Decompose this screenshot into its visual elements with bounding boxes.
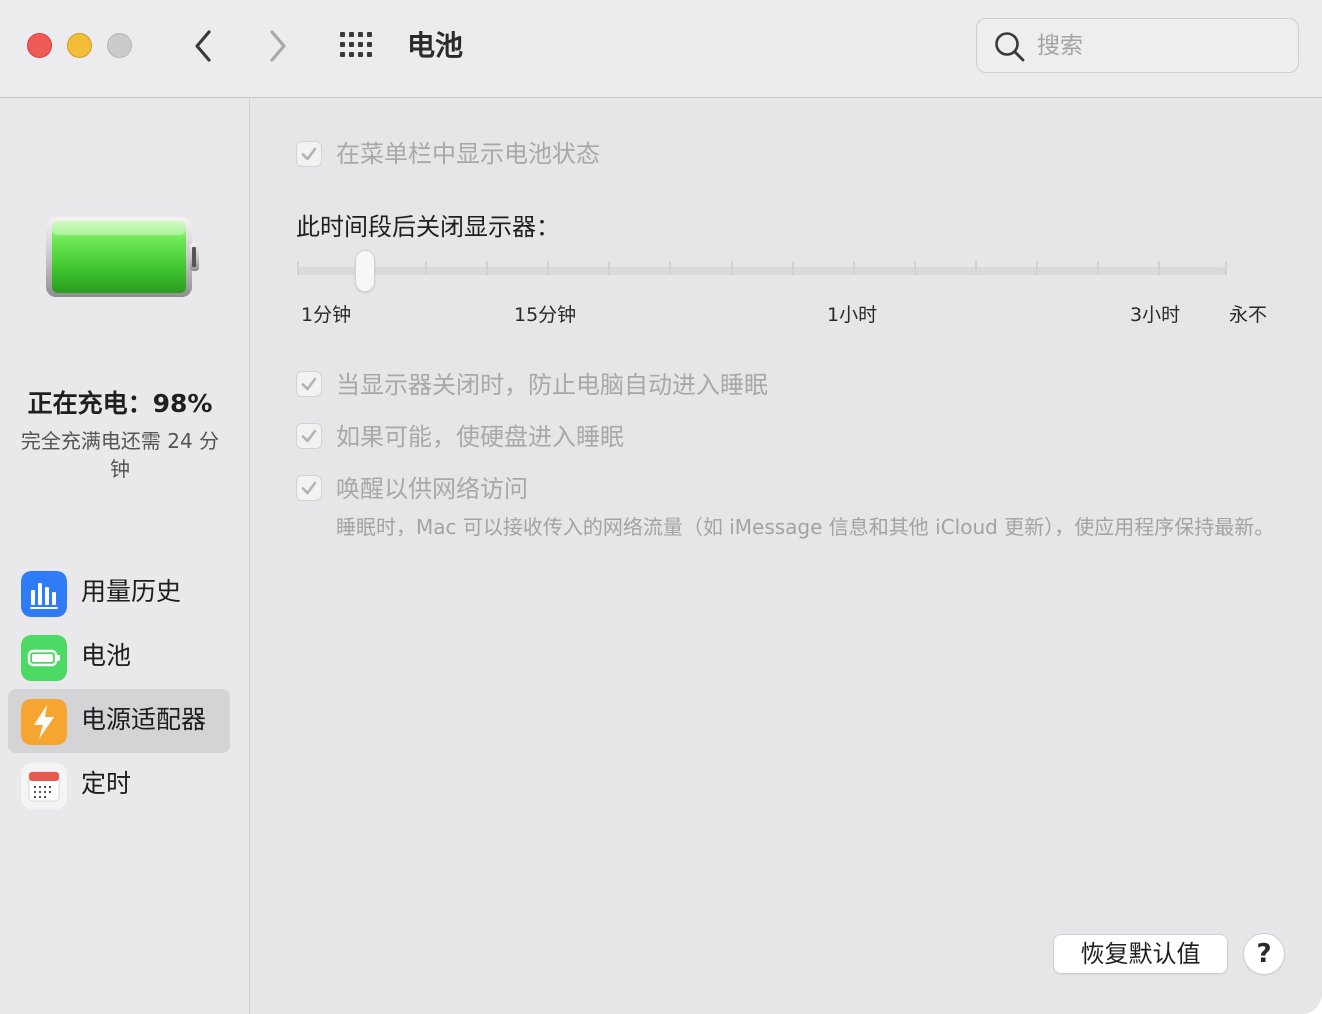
slider-tick bbox=[1036, 261, 1038, 275]
slider-tick bbox=[669, 261, 671, 275]
slider-label-3-hours: 3小时 bbox=[1130, 304, 1181, 326]
sidebar-item-usage-history[interactable]: 用量历史 bbox=[8, 561, 230, 625]
sidebar-item-label: 定时 bbox=[81, 769, 132, 798]
slider-tick bbox=[608, 261, 610, 275]
zoom-window-button[interactable] bbox=[107, 33, 132, 58]
disk-sleep-label: 如果可能，使硬盘进入睡眠 bbox=[336, 423, 624, 451]
system-preferences-window: 电池 搜索 正在充电：98% 完全充满电还需 24 分钟 用量历史 电池 电源适… bbox=[0, 0, 1322, 1014]
back-button[interactable] bbox=[186, 26, 222, 66]
slider-tick bbox=[547, 261, 549, 275]
slider-tick bbox=[731, 261, 733, 275]
lightning-icon bbox=[21, 699, 67, 745]
sidebar-item-label: 用量历史 bbox=[81, 577, 182, 606]
slider-tick bbox=[914, 261, 916, 275]
sidebar: 正在充电：98% 完全充满电还需 24 分钟 用量历史 电池 电源适配器 定时 bbox=[0, 99, 250, 1014]
title-bar: 电池 bbox=[0, 0, 1322, 98]
minimize-window-button[interactable] bbox=[67, 33, 92, 58]
slider-tick bbox=[1097, 261, 1099, 275]
slider-tick bbox=[853, 261, 855, 275]
disk-sleep-checkbox[interactable] bbox=[296, 423, 322, 449]
forward-button[interactable] bbox=[260, 26, 296, 66]
calendar-icon bbox=[21, 763, 67, 809]
bar-chart-icon bbox=[21, 571, 67, 617]
search-field[interactable] bbox=[976, 18, 1299, 73]
slider-label-never: 永不 bbox=[1229, 304, 1268, 326]
checkmark-icon bbox=[301, 377, 317, 391]
display-off-label: 此时间段后关闭显示器： bbox=[296, 213, 560, 241]
battery-level-icon bbox=[44, 215, 204, 299]
slider-tick bbox=[297, 261, 299, 275]
prevent-sleep-label: 当显示器关闭时，防止电脑自动进入睡眠 bbox=[336, 371, 768, 399]
close-window-button[interactable] bbox=[27, 33, 52, 58]
battery-icon bbox=[21, 635, 67, 681]
slider-tick bbox=[425, 261, 427, 275]
sidebar-item-label: 电源适配器 bbox=[81, 705, 207, 734]
time-to-full: 完全充满电还需 24 分钟 bbox=[20, 429, 220, 481]
restore-defaults-button[interactable]: 恢复默认值 bbox=[1053, 934, 1228, 974]
slider-tick bbox=[792, 261, 794, 275]
wake-network-label: 唤醒以供网络访问 bbox=[336, 475, 528, 503]
slider-thumb[interactable] bbox=[355, 250, 375, 292]
show-menubar-status-checkbox[interactable] bbox=[296, 141, 322, 167]
slider-tick bbox=[486, 261, 488, 275]
sidebar-item-label: 电池 bbox=[81, 641, 132, 670]
grid-icon bbox=[340, 32, 372, 57]
power-adapter-pane: 在菜单栏中显示电池状态 此时间段后关闭显示器： 1分钟 15分钟 1小时 3小时 bbox=[251, 99, 1322, 1014]
wake-network-checkbox[interactable] bbox=[296, 475, 322, 501]
search-input[interactable] bbox=[1037, 27, 1287, 65]
window-title: 电池 bbox=[407, 29, 464, 62]
charging-status: 正在充电：98% bbox=[27, 389, 213, 418]
help-button[interactable]: ? bbox=[1243, 933, 1285, 975]
chevron-right-icon bbox=[270, 30, 286, 62]
checkmark-icon bbox=[301, 429, 317, 443]
show-all-button[interactable] bbox=[338, 30, 378, 60]
prevent-sleep-checkbox[interactable] bbox=[296, 371, 322, 397]
sidebar-item-power-adapter[interactable]: 电源适配器 bbox=[8, 689, 230, 753]
slider-label-15-minutes: 15分钟 bbox=[514, 304, 577, 326]
slider-tick bbox=[1158, 261, 1160, 275]
sidebar-item-battery[interactable]: 电池 bbox=[8, 625, 230, 689]
sidebar-item-schedule[interactable]: 定时 bbox=[8, 753, 230, 817]
slider-tick bbox=[975, 261, 977, 275]
slider-track[interactable] bbox=[297, 267, 1227, 275]
slider-tick bbox=[1225, 261, 1227, 275]
slider-label-1-hour: 1小时 bbox=[827, 304, 878, 326]
show-menubar-status-label: 在菜单栏中显示电池状态 bbox=[336, 140, 600, 168]
wake-network-description: 睡眠时，Mac 可以接收传入的网络流量（如 iMessage 信息和其他 iCl… bbox=[336, 515, 1275, 539]
chevron-left-icon bbox=[195, 30, 211, 62]
checkmark-icon bbox=[301, 147, 317, 161]
search-icon bbox=[995, 32, 1025, 62]
checkmark-icon bbox=[301, 481, 317, 495]
slider-label-1-minute: 1分钟 bbox=[301, 304, 352, 326]
